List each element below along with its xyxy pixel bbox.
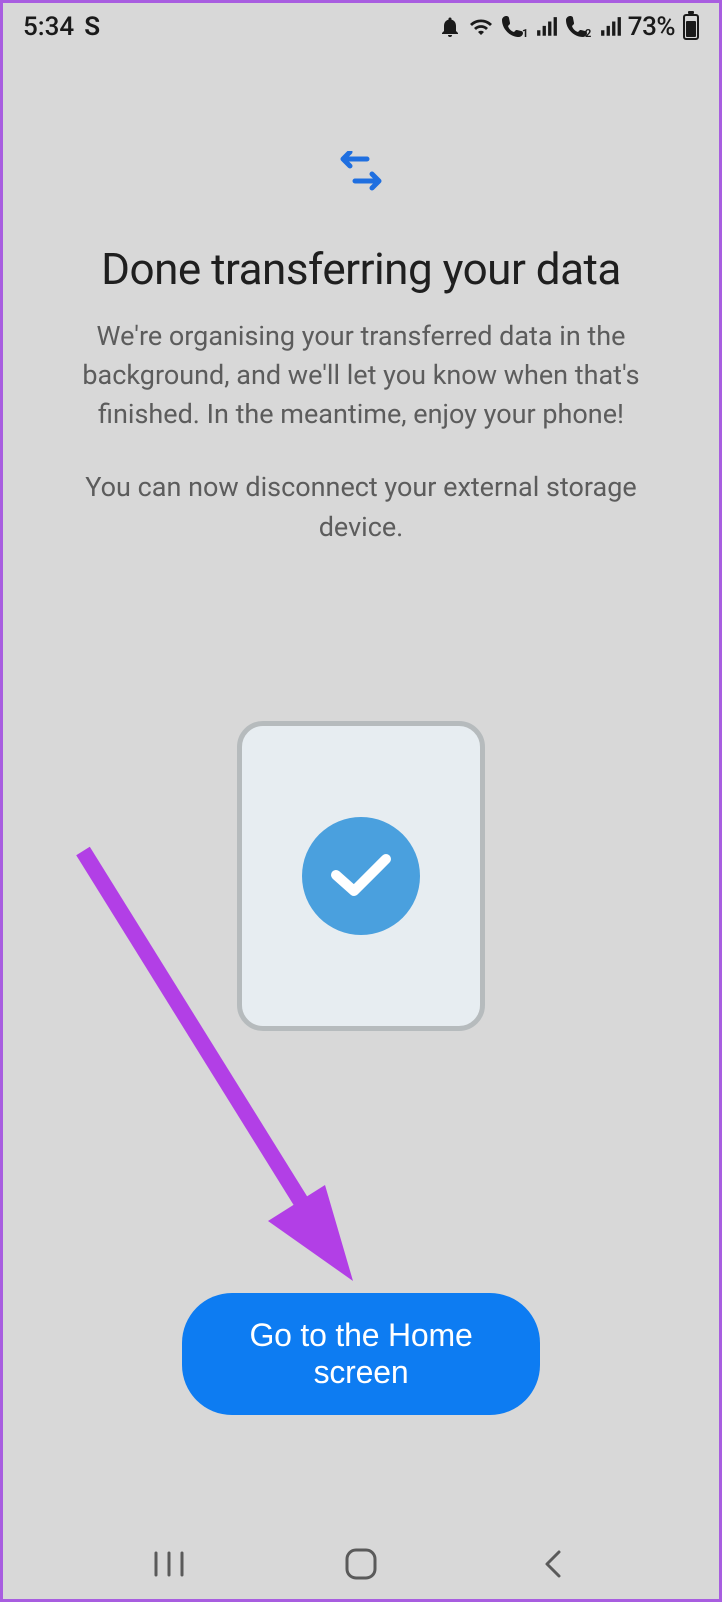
svg-text:2: 2 xyxy=(585,27,591,39)
page-title: Done transferring your data xyxy=(101,243,621,295)
wifi-icon xyxy=(468,15,494,39)
android-nav-bar xyxy=(3,1529,719,1599)
alarm-icon xyxy=(438,15,462,39)
call-sim2-icon: 2 xyxy=(564,15,594,39)
call-sim1-icon: 1 xyxy=(500,15,530,39)
phone-illustration xyxy=(237,721,485,1031)
nav-back-button[interactable] xyxy=(531,1542,575,1586)
nav-home-button[interactable] xyxy=(339,1542,383,1586)
status-bar: 5:34 S 1 2 73% xyxy=(3,3,719,51)
main-content: Done transferring your data We're organi… xyxy=(3,51,719,1529)
description-2: You can now disconnect your external sto… xyxy=(43,468,679,546)
status-left: 5:34 S xyxy=(23,12,100,42)
go-home-button[interactable]: Go to the Home screen xyxy=(182,1293,540,1415)
screen-frame: 5:34 S 1 2 73% xyxy=(0,0,722,1602)
checkmark-circle-icon xyxy=(302,817,420,935)
description-1: We're organising your transferred data i… xyxy=(43,317,679,434)
svg-text:1: 1 xyxy=(522,27,528,39)
nav-recents-button[interactable] xyxy=(147,1542,191,1586)
status-right: 1 2 73% xyxy=(438,12,699,42)
signal-sim2-icon xyxy=(600,16,622,38)
battery-percentage: 73% xyxy=(628,12,675,42)
transfer-arrows-icon xyxy=(337,151,385,199)
app-indicator: S xyxy=(84,12,100,42)
signal-sim1-icon xyxy=(536,16,558,38)
status-time: 5:34 xyxy=(23,12,74,42)
battery-icon xyxy=(683,14,699,40)
